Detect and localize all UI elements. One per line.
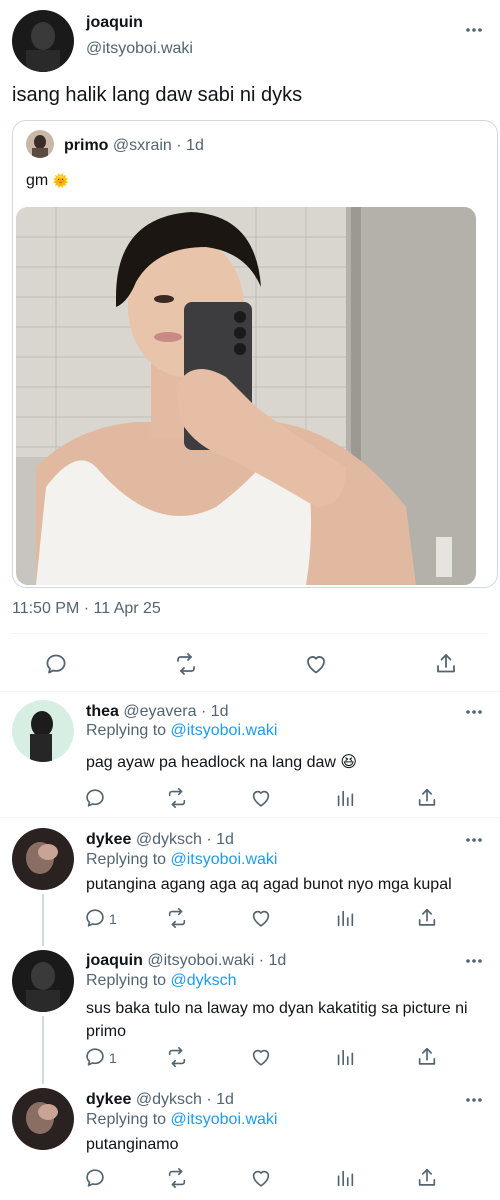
reply-age: · 1d [200,703,229,720]
replying-to-label: Replying to [86,1111,167,1128]
reply-text: putanginamo [86,1136,179,1153]
reply-avatar[interactable] [12,700,74,762]
reply-text: sus baka tulo na laway mo dyan kakatitig… [86,1000,468,1040]
share-icon[interactable] [416,787,438,809]
analytics-icon[interactable] [334,907,356,929]
reply-avatar[interactable] [12,1088,74,1150]
share-icon[interactable] [416,1167,438,1189]
reply-icon[interactable] [84,1046,106,1068]
reply-avatar[interactable] [12,950,74,1012]
replying-to-label: Replying to [86,972,167,989]
reply-author-handle[interactable]: @eyavera [123,703,196,720]
sun-emoji-icon: 🌞 [52,173,69,188]
retweet-icon[interactable] [166,787,188,809]
share-icon[interactable] [416,1046,438,1068]
reply-author-name[interactable]: dykee [86,831,131,848]
thread-connector [42,1016,44,1084]
author-name[interactable]: joaquin [86,14,143,32]
share-icon[interactable] [434,652,458,676]
tweet-text: isang halik lang daw sabi ni dyks [12,84,303,106]
analytics-icon[interactable] [334,787,356,809]
reply-avatar[interactable] [12,828,74,890]
author-handle[interactable]: @itsyoboi.waki [86,40,193,58]
reply-icon[interactable] [84,787,106,809]
like-heart-icon[interactable] [304,652,328,676]
like-heart-icon[interactable] [250,1167,272,1189]
more-options-icon[interactable] [464,702,484,722]
replying-to-label: Replying to [86,722,167,739]
replying-to-link[interactable]: @itsyoboi.waki [171,1111,278,1128]
reply-count: 1 [109,911,117,927]
analytics-icon[interactable] [334,1167,356,1189]
quoted-author-avatar [26,130,54,158]
reply-text: pag ayaw pa headlock na lang daw 😆 [86,754,358,771]
like-heart-icon[interactable] [250,1046,272,1068]
thread-connector [42,894,44,946]
retweet-icon[interactable] [166,1046,188,1068]
reply-author-handle[interactable]: @itsyoboi.waki [147,952,254,969]
reply-icon[interactable] [44,652,68,676]
reply-author-handle[interactable]: @dyksch [136,1091,202,1108]
quoted-author-handle: @sxrain [112,137,172,154]
reply-count: 1 [109,1050,117,1066]
quoted-author-name: primo [64,137,109,154]
more-options-icon[interactable] [464,20,484,40]
retweet-icon[interactable] [166,907,188,929]
replying-to-label: Replying to [86,851,167,868]
reply-age: · 1d [206,1091,234,1108]
like-heart-icon[interactable] [250,907,272,929]
more-options-icon[interactable] [464,951,484,971]
reply-icon[interactable] [84,1167,106,1189]
tweet-timestamp[interactable]: 11:50 PM · 11 Apr 25 [12,600,161,618]
quoted-tweet-age: · 1d [176,137,204,154]
reply-age: · 1d [206,831,234,848]
quoted-tweet-text: gm [26,172,49,189]
reply-author-name[interactable]: joaquin [86,952,143,969]
more-options-icon[interactable] [464,830,484,850]
like-heart-icon[interactable] [250,787,272,809]
reply-author-name[interactable]: dykee [86,1091,131,1108]
author-avatar[interactable] [12,10,74,72]
more-options-icon[interactable] [464,1090,484,1110]
reply-author-handle[interactable]: @dyksch [136,831,202,848]
reply-age: · 1d [258,952,287,969]
replying-to-link[interactable]: @itsyoboi.waki [171,851,278,868]
retweet-icon[interactable] [166,1167,188,1189]
reply-author-name[interactable]: thea [86,703,119,720]
retweet-icon[interactable] [174,652,198,676]
analytics-icon[interactable] [334,1046,356,1068]
replying-to-link[interactable]: @itsyoboi.waki [171,722,278,739]
share-icon[interactable] [416,907,438,929]
replying-to-link[interactable]: @dyksch [171,972,237,989]
reply-text: putangina agang aga aq agad bunot nyo mg… [86,876,452,893]
quoted-tweet-photo[interactable] [16,207,476,585]
reply-icon[interactable] [84,907,106,929]
